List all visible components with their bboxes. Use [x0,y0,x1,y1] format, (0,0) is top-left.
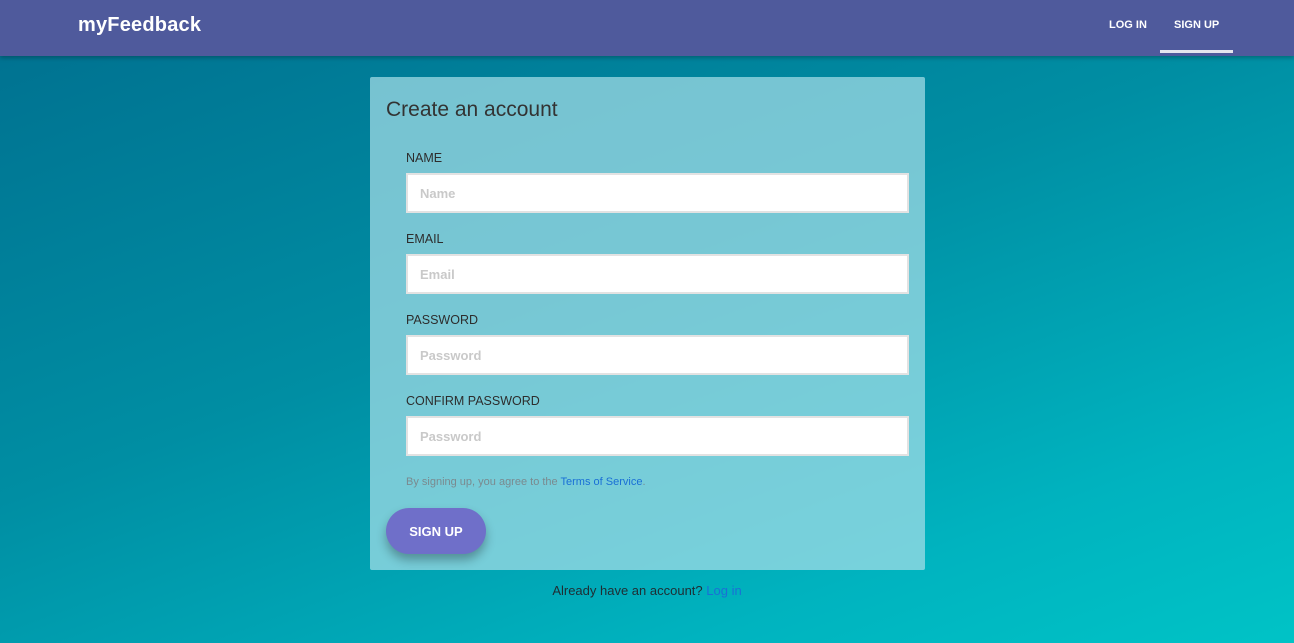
confirm-password-label: CONFIRM PASSWORD [406,394,540,408]
nav-signup-link[interactable]: SIGN UP [1174,19,1219,31]
signup-button[interactable]: SIGN UP [386,508,486,554]
login-link[interactable]: Log in [706,583,741,598]
terms-of-service-link[interactable]: Terms of Service [561,476,643,488]
name-input[interactable] [406,173,909,213]
login-prompt: Already have an account? Log in [0,583,1294,598]
terms-prefix: By signing up, you agree to the [406,476,558,488]
nav-login-link[interactable]: LOG IN [1109,19,1147,31]
email-label: EMAIL [406,232,444,246]
email-input[interactable] [406,254,909,294]
confirm-password-input[interactable] [406,416,909,456]
brand-logo[interactable]: myFeedback [78,14,201,37]
login-prompt-text: Already have an account? [552,583,703,598]
terms-notice: By signing up, you agree to the Terms of… [406,476,646,488]
terms-suffix: . [642,476,646,488]
password-label: PASSWORD [406,313,478,327]
password-input[interactable] [406,335,909,375]
signup-card: Create an account NAME EMAIL PASSWORD CO… [370,77,925,570]
page-title: Create an account [386,98,558,121]
top-navbar: myFeedback LOG IN SIGN UP [0,0,1294,56]
name-label: NAME [406,151,443,165]
active-tab-indicator [1160,50,1233,53]
